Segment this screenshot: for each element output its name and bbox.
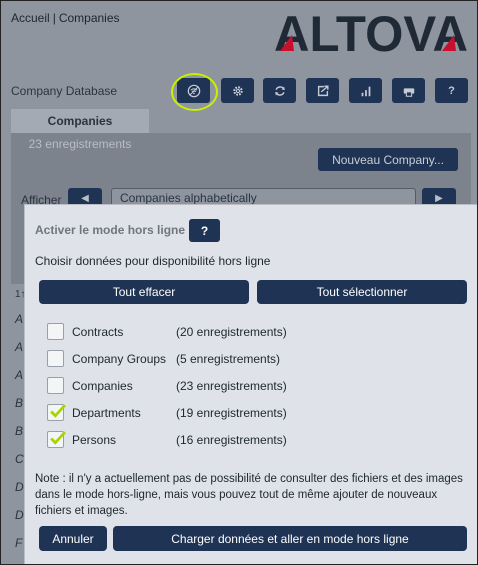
app-window: Accueil | Companies ALTOVA Company Databas…: [0, 0, 478, 565]
list-item[interactable]: A: [15, 368, 23, 382]
option-count: (19 enregistrements): [176, 406, 287, 420]
breadcrumb-home[interactable]: Accueil: [11, 11, 50, 25]
option-count: (20 enregistrements): [176, 325, 287, 339]
cancel-button[interactable]: Annuler: [39, 526, 107, 551]
settings-button[interactable]: [221, 78, 254, 103]
option-companies: Companies (23 enregistrements): [47, 377, 447, 395]
offline-button-highlight: [171, 73, 218, 111]
altova-logo: ALTOVA: [274, 7, 468, 57]
offline-note: Note : il n'y a actuellement pas de poss…: [35, 473, 463, 517]
checkmark-icon: [50, 404, 66, 418]
new-company-button[interactable]: Nouveau Company...: [318, 148, 458, 171]
list-item[interactable]: D: [15, 480, 24, 494]
option-count: (5 enregistrements): [176, 352, 281, 366]
option-label: Company Groups: [72, 352, 167, 366]
dialog-title: Activer le mode hors ligne: [35, 223, 186, 237]
refresh-button[interactable]: [263, 78, 296, 103]
list-item[interactable]: F: [15, 536, 22, 550]
refresh-icon: [274, 85, 285, 96]
list-item[interactable]: A: [15, 312, 23, 326]
svg-text:ALTOVA: ALTOVA: [274, 7, 468, 57]
help-icon: ?: [448, 84, 455, 97]
option-count: (23 enregistrements): [176, 379, 287, 393]
export-button[interactable]: [306, 78, 339, 103]
list-item[interactable]: D: [15, 508, 24, 522]
option-company-groups: Company Groups (5 enregistrements): [47, 350, 447, 368]
print-button[interactable]: [392, 78, 425, 103]
option-contracts: Contracts (20 enregistrements): [47, 323, 447, 341]
option-label: Contracts: [72, 325, 124, 339]
option-label: Persons: [72, 433, 117, 447]
breadcrumb-separator: |: [52, 11, 56, 25]
load-offline-button[interactable]: Charger données et aller en mode hors li…: [113, 526, 467, 551]
checkbox-persons[interactable]: [47, 431, 66, 448]
dialog-subtitle: Choisir données pour disponibilité hors …: [35, 254, 271, 268]
list-item[interactable]: C: [15, 452, 24, 466]
chart-button[interactable]: [349, 78, 382, 103]
dialog-help-button[interactable]: ?: [189, 219, 220, 242]
checkbox-contracts[interactable]: [47, 323, 64, 340]
option-departments: Departments (19 enregistrements): [47, 404, 447, 422]
option-count: (16 enregistrements): [176, 433, 287, 447]
option-persons: Persons (16 enregistrements): [47, 431, 447, 449]
clear-all-button[interactable]: Tout effacer: [39, 280, 249, 304]
breadcrumb-current: Companies: [58, 11, 120, 25]
checkmark-icon: [50, 431, 66, 445]
breadcrumb: Accueil | Companies: [11, 11, 120, 25]
export-icon: [317, 84, 329, 96]
list-item[interactable]: A: [15, 340, 23, 354]
record-count: 23 enregistrements: [11, 133, 149, 155]
option-label: Departments: [72, 406, 141, 420]
print-icon: [403, 87, 414, 97]
checkbox-departments[interactable]: [47, 404, 66, 421]
chart-icon: [361, 86, 370, 96]
tab-count-row: 23 enregistrements: [11, 133, 149, 155]
tab-bar: Companies: [11, 109, 149, 133]
list-item[interactable]: B: [15, 396, 23, 410]
page-title: Company Database: [11, 84, 118, 98]
checkbox-company-groups[interactable]: [47, 350, 64, 367]
tab-companies[interactable]: Companies: [11, 109, 149, 133]
checkbox-companies[interactable]: [47, 377, 64, 394]
select-all-button[interactable]: Tout sélectionner: [257, 280, 467, 304]
offline-mode-dialog: Activer le mode hors ligne ? Choisir don…: [24, 204, 477, 564]
help-button[interactable]: ?: [435, 78, 468, 103]
list-item[interactable]: B: [15, 424, 23, 438]
gear-icon: [232, 85, 243, 96]
option-label: Companies: [72, 379, 133, 393]
